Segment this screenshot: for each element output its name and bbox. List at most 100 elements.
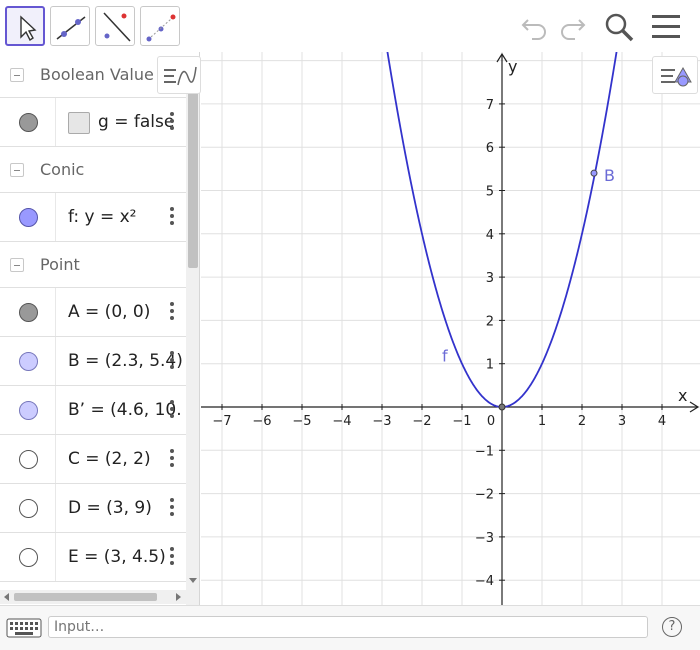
line-through-points-icon [56, 16, 86, 40]
graphics-style-icon [661, 66, 692, 87]
redo-icon[interactable] [557, 14, 587, 40]
more-options-icon[interactable] [168, 351, 176, 371]
x-tick-label: −4 [332, 414, 351, 429]
more-options-icon[interactable] [168, 449, 176, 469]
vertical-scrollbar-thumb[interactable] [188, 92, 198, 268]
menu-icon[interactable] [650, 12, 682, 42]
y-tick-label: 6 [486, 141, 494, 156]
item-text: D = (3, 9) [68, 498, 152, 518]
more-options-icon[interactable] [168, 400, 176, 420]
scroll-left-icon[interactable] [2, 592, 12, 602]
marker-icon [19, 499, 38, 518]
marker-icon [19, 401, 38, 420]
visibility-toggle[interactable] [0, 435, 56, 483]
more-options-icon[interactable] [168, 207, 176, 227]
item-text: B’ = (4.6, 10. [68, 400, 182, 420]
visibility-toggle[interactable] [0, 98, 56, 146]
graphics-view[interactable]: −7 −6 −5 −4 −3 −2 −1 0 1 2 3 4 1 2 3 4 5 6 7 −1 −2 −3 −4 B f x… [201, 52, 700, 605]
algebra-style-bar-button[interactable] [157, 56, 201, 94]
axes [201, 52, 700, 605]
x-tick-label: 2 [578, 414, 586, 429]
input-field[interactable] [48, 616, 648, 638]
search-icon[interactable] [602, 10, 636, 44]
checkbox[interactable] [68, 112, 90, 134]
marker-icon [19, 113, 38, 132]
list-item[interactable]: A = (0, 0) [0, 288, 186, 337]
item-text: C = (2, 2) [68, 449, 151, 469]
algebra-style-icon [164, 66, 197, 86]
horizontal-scrollbar-thumb[interactable] [14, 593, 157, 601]
section-header-conic[interactable]: Conic [0, 147, 186, 193]
item-text: A = (0, 0) [68, 302, 151, 322]
list-item[interactable]: E = (3, 4.5) [0, 533, 186, 582]
y-tick-label: −4 [475, 574, 494, 589]
visibility-toggle[interactable] [0, 193, 56, 241]
y-tick-label: 3 [486, 271, 494, 286]
visibility-toggle[interactable] [0, 533, 56, 581]
x-tick-label: 1 [538, 414, 546, 429]
y-tick-label: 2 [486, 314, 494, 329]
list-item[interactable]: f: y = x² [0, 193, 186, 242]
visibility-toggle[interactable] [0, 288, 56, 336]
y-tick-label: −1 [475, 444, 494, 459]
item-text: B = (2.3, 5.4) [68, 351, 183, 371]
visibility-toggle[interactable] [0, 337, 56, 385]
marker-icon [19, 548, 38, 567]
graphics-style-bar-button[interactable] [652, 56, 698, 94]
list-item[interactable]: C = (2, 2) [0, 435, 186, 484]
list-item[interactable]: B = (2.3, 5.4) [0, 337, 186, 386]
visibility-toggle[interactable] [0, 386, 56, 434]
list-item[interactable]: D = (3, 9) [0, 484, 186, 533]
collapse-icon[interactable] [10, 163, 24, 177]
x-tick-label: −3 [372, 414, 391, 429]
marker-icon [19, 352, 38, 371]
list-item[interactable]: B’ = (4.6, 10. [0, 386, 186, 435]
undo-icon[interactable] [520, 14, 550, 40]
y-tick-label: −2 [475, 488, 494, 503]
x-tick-label: −6 [252, 414, 271, 429]
item-text: g = false [98, 112, 175, 132]
x-tick-label: 4 [658, 414, 666, 429]
x-tick-label: −2 [412, 414, 431, 429]
line-tool-button[interactable] [50, 6, 90, 46]
y-axis-label: y [508, 57, 517, 76]
algebra-view: Boolean Value g = false Conic f: y = x² … [0, 52, 200, 607]
item-text: E = (3, 4.5) [68, 547, 166, 567]
section-label: Conic [40, 160, 85, 179]
collapse-icon[interactable] [10, 258, 24, 272]
perpendicular-line-tool-button[interactable] [95, 6, 135, 46]
marker-icon [19, 208, 38, 227]
y-tick-label: 5 [486, 185, 494, 200]
points-icon [146, 14, 176, 42]
more-options-icon[interactable] [168, 547, 176, 567]
cursor-arrow-icon [20, 15, 37, 42]
section-label: Boolean Value [40, 65, 154, 84]
point-a[interactable] [498, 403, 506, 411]
y-tick-label: −3 [475, 531, 494, 546]
list-item[interactable]: g = false [0, 98, 186, 147]
keyboard-icon[interactable] [6, 617, 42, 639]
y-tick-label: 4 [486, 228, 494, 243]
point-tool-button[interactable] [140, 6, 180, 46]
x-tick-label: −1 [452, 414, 471, 429]
more-options-icon[interactable] [168, 112, 176, 132]
tick-labels: −7 −6 −5 −4 −3 −2 −1 0 1 2 3 4 1 2 3 4 5 6 7 −1 −2 −3 −4 [212, 98, 666, 589]
item-text: f: y = x² [68, 207, 137, 227]
scroll-right-icon[interactable] [173, 592, 183, 602]
y-tick-label: 1 [486, 358, 494, 373]
more-options-icon[interactable] [168, 498, 176, 518]
help-button[interactable]: ? [662, 617, 682, 637]
visibility-toggle[interactable] [0, 484, 56, 532]
section-label: Point [40, 255, 80, 274]
x-tick-label: −5 [292, 414, 311, 429]
scroll-down-icon[interactable] [186, 576, 200, 586]
collapse-icon[interactable] [10, 68, 24, 82]
more-options-icon[interactable] [168, 302, 176, 322]
point-b-label: B [604, 166, 615, 185]
point-b[interactable] [590, 169, 598, 177]
section-header-point[interactable]: Point [0, 242, 186, 288]
toolbar [0, 0, 700, 52]
y-tick-label: 7 [486, 98, 494, 113]
marker-icon [19, 450, 38, 469]
move-tool-button[interactable] [5, 6, 45, 46]
